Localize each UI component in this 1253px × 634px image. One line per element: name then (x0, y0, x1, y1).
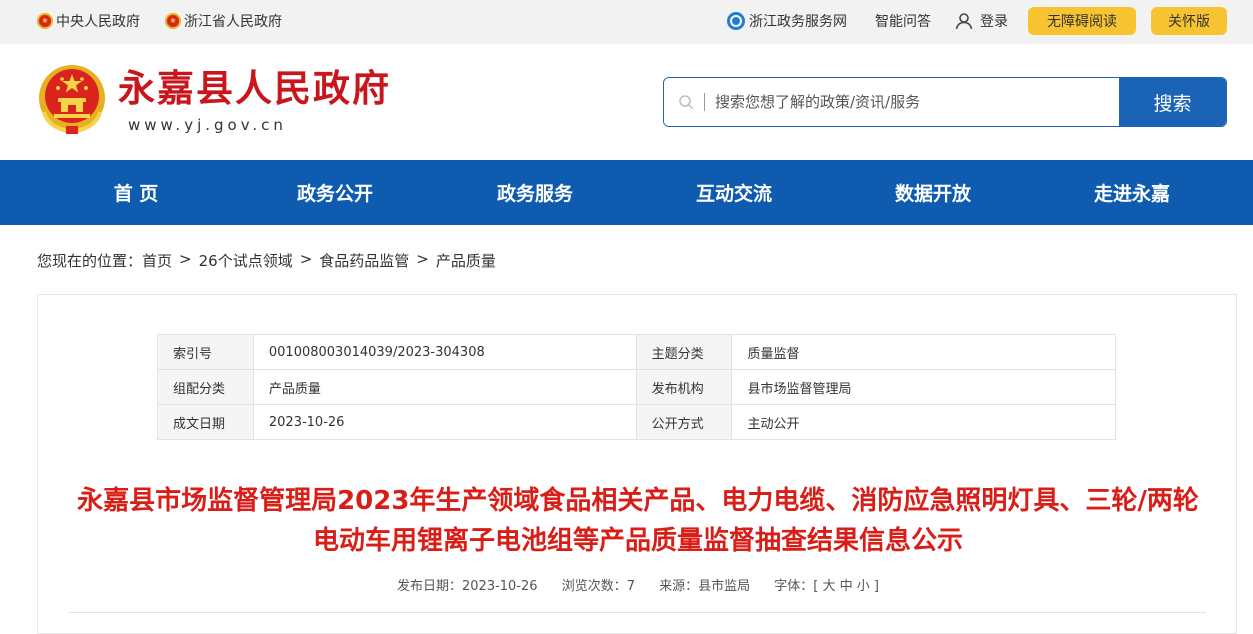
accessible-read-button[interactable]: 无障碍阅读 (1028, 7, 1136, 35)
nav-item-home[interactable]: 首 页 (56, 160, 216, 225)
breadcrumb-item-food-drug[interactable]: 食品药品监管 (319, 250, 409, 271)
search-divider (704, 93, 705, 111)
meta-label-category: 组配分类 (157, 369, 254, 405)
font-size-control[interactable]: 字体：[ 大 中 小 ] (774, 579, 879, 594)
meta-label-disclosure: 公开方式 (635, 404, 733, 440)
nav-item-about-yongjia[interactable]: 走进永嘉 (1052, 160, 1212, 225)
table-row: 组配分类 产品质量 发布机构 县市场监督管理局 (157, 369, 1116, 405)
meta-label-date: 成文日期 (157, 404, 254, 440)
province-gov-link[interactable]: ★ 浙江省人民政府 (165, 11, 282, 31)
search-field (664, 78, 1119, 126)
care-mode-button[interactable]: 关怀版 (1151, 7, 1227, 35)
search-icon (679, 95, 694, 110)
smart-qa-link[interactable]: 智能问答 (875, 11, 931, 31)
login-link[interactable]: 登录 (954, 11, 1008, 31)
meta-label-topic: 主题分类 (635, 334, 733, 370)
service-net-label: 浙江政务服务网 (749, 14, 847, 30)
province-gov-label: 浙江省人民政府 (184, 14, 282, 30)
search-button[interactable]: 搜索 (1119, 78, 1226, 126)
nav-item-interaction[interactable]: 互动交流 (654, 160, 814, 225)
divider (68, 612, 1206, 613)
top-bar: ★ 中央人民政府 ★ 浙江省人民政府 浙江政务服务网 智能问答 登录 无障碍阅读… (0, 0, 1253, 44)
search-input[interactable] (715, 93, 1119, 111)
national-emblem-logo[interactable] (36, 62, 108, 136)
service-net-link[interactable]: 浙江政务服务网 (727, 11, 847, 31)
nav-item-gov-service[interactable]: 政务服务 (455, 160, 615, 225)
meta-value-disclosure: 主动公开 (731, 404, 1116, 440)
article-source: 来源：县市监局 (659, 579, 751, 594)
zhejiang-service-icon (727, 12, 745, 30)
breadcrumb-item-product-quality[interactable]: 产品质量 (436, 250, 496, 271)
site-name[interactable]: 永嘉县人民政府 (118, 70, 391, 107)
national-emblem-icon: ★ (37, 13, 53, 29)
document-meta-table: 索引号 001008003014039/2023-304308 主题分类 质量监… (157, 334, 1116, 440)
site-url: www.yj.gov.cn (128, 116, 287, 134)
meta-value-date: 2023-10-26 (252, 404, 637, 440)
meta-value-topic: 质量监督 (731, 334, 1116, 370)
breadcrumb-item-home[interactable]: 首页 (142, 250, 172, 271)
login-label: 登录 (980, 14, 1008, 30)
nav-item-open-data[interactable]: 数据开放 (853, 160, 1013, 225)
central-gov-link[interactable]: ★ 中央人民政府 (37, 11, 140, 31)
main-nav: 首 页 政务公开 政务服务 互动交流 数据开放 走进永嘉 (0, 160, 1253, 225)
article-title: 永嘉县市场监督管理局2023年生产领域食品相关产品、电力电缆、消防应急照明灯具、… (77, 486, 1199, 556)
breadcrumb-prefix: 您现在的位置： (37, 252, 143, 270)
meta-value-index: 001008003014039/2023-304308 (252, 334, 637, 370)
article-meta: 发布日期：2023-10-26 浏览次数：7 来源：县市监局 字体：[ 大 中 … (70, 575, 1206, 594)
meta-label-publisher: 发布机构 (635, 369, 733, 405)
breadcrumb: 您现在的位置： 首页 > 26个试点领域 > 食品药品监管 > 产品质量 (37, 250, 496, 271)
user-icon (955, 13, 973, 30)
nav-item-gov-affairs[interactable]: 政务公开 (255, 160, 415, 225)
site-header: 永嘉县人民政府 www.yj.gov.cn 搜索 (0, 44, 1253, 160)
meta-label-index: 索引号 (157, 334, 254, 370)
breadcrumb-separator: > (179, 250, 192, 268)
meta-value-publisher: 县市场监督管理局 (731, 369, 1116, 405)
meta-value-category: 产品质量 (252, 369, 637, 405)
table-row: 索引号 001008003014039/2023-304308 主题分类 质量监… (157, 334, 1116, 370)
breadcrumb-separator: > (416, 250, 429, 268)
view-count: 浏览次数：7 (561, 579, 635, 594)
breadcrumb-item-pilot-fields[interactable]: 26个试点领域 (199, 250, 293, 271)
publish-date: 发布日期：2023-10-26 (397, 579, 538, 594)
national-emblem-icon: ★ (165, 13, 181, 29)
central-gov-label: 中央人民政府 (56, 14, 140, 30)
search-box: 搜索 (663, 77, 1227, 127)
table-row: 成文日期 2023-10-26 公开方式 主动公开 (157, 404, 1116, 440)
breadcrumb-separator: > (299, 250, 313, 268)
